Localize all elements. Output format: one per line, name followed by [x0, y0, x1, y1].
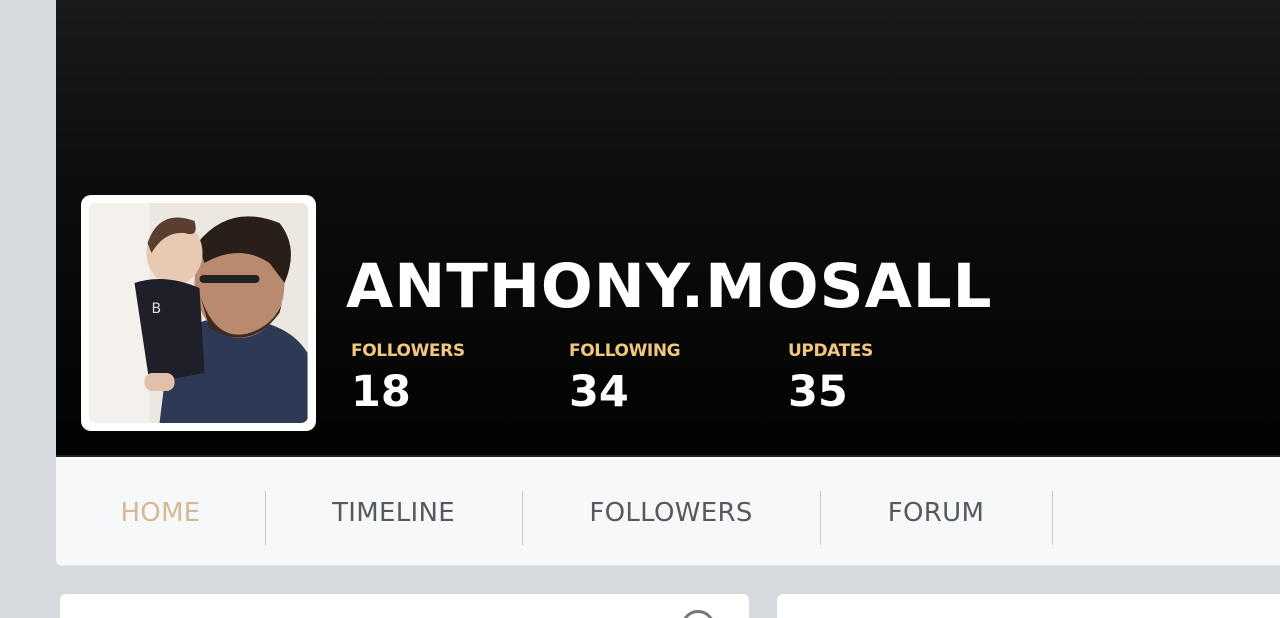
stat-value: 18	[351, 367, 411, 417]
page: B ANTHONY.MOSALL FOLLOWERS 18 FOLLOWING …	[0, 0, 1280, 618]
tab-timeline[interactable]: TIMELINE	[265, 459, 522, 566]
stat-label: FOLLOWERS	[351, 341, 465, 361]
stat-followers[interactable]: FOLLOWERS 18	[351, 343, 465, 414]
profile-username: ANTHONY.MOSALL	[346, 251, 993, 322]
stat-following[interactable]: FOLLOWING 34	[569, 341, 681, 417]
svg-text:B: B	[152, 301, 162, 317]
avatar[interactable]: B	[81, 195, 316, 431]
circle-icon[interactable]	[681, 610, 715, 618]
content-panel-left	[60, 594, 749, 618]
avatar-image: B	[89, 203, 308, 423]
stat-label: FOLLOWING	[569, 341, 681, 361]
tab-followers[interactable]: FOLLOWERS	[522, 459, 820, 566]
stat-updates[interactable]: UPDATES 35	[788, 343, 873, 414]
stat-value: 35	[788, 367, 848, 417]
profile-card: B ANTHONY.MOSALL FOLLOWERS 18 FOLLOWING …	[56, 0, 1280, 566]
tab-forum[interactable]: FORUM	[820, 459, 1052, 566]
stat-value: 34	[569, 367, 629, 417]
content-panel-right	[777, 594, 1280, 618]
cover-banner: B ANTHONY.MOSALL FOLLOWERS 18 FOLLOWING …	[56, 0, 1280, 457]
avatar-photo: B	[89, 203, 308, 423]
profile-nav: HOME TIMELINE FOLLOWERS FORUM	[56, 459, 1280, 566]
tab-home[interactable]: HOME	[56, 459, 265, 566]
nav-divider	[1052, 491, 1053, 545]
stat-label: UPDATES	[788, 341, 873, 361]
